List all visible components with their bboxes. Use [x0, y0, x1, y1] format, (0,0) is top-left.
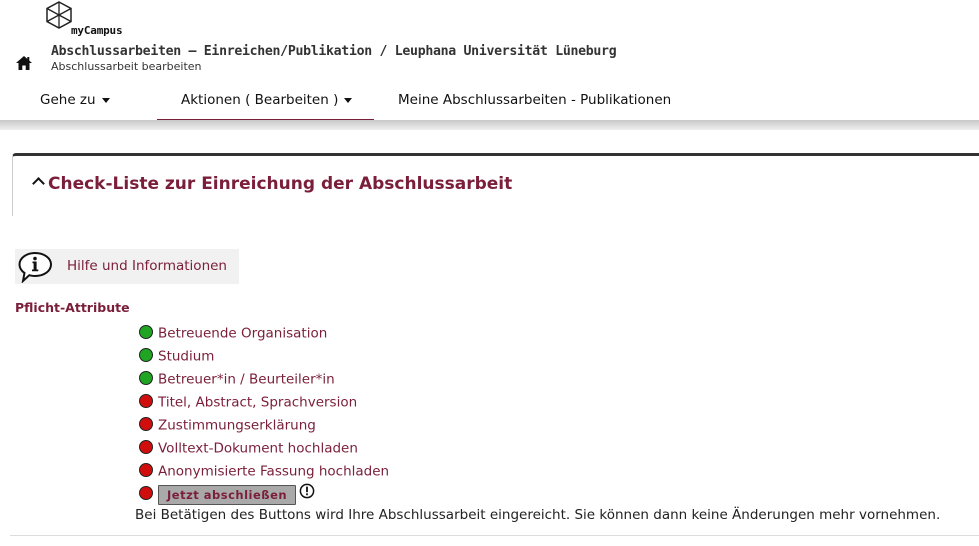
checklist-link-anonymisiert[interactable]: Anonymisierte Fassung hochladen [158, 464, 389, 480]
checklist-link-betreuer[interactable]: Betreuer*in / Beurteiler*in [158, 372, 335, 388]
nav-goto-label: Gehe zu [40, 92, 96, 108]
mycampus-logo-icon[interactable] [46, 1, 72, 33]
checklist-link-zustimmung[interactable]: Zustimmungserklärung [158, 418, 316, 434]
checklist: Betreuende Organisation Studium Betreuer… [139, 322, 389, 483]
status-incomplete-icon [139, 486, 153, 500]
bottom-divider [10, 535, 979, 536]
caret-down-icon [101, 97, 110, 103]
checklist-item: Betreuer*in / Beurteiler*in [139, 368, 389, 391]
status-incomplete-icon [139, 394, 153, 408]
submit-note: Bei Betätigen des Buttons wird Ihre Absc… [135, 507, 941, 523]
status-complete-icon [139, 325, 153, 339]
page-subtitle: Abschlussarbeit bearbeiten [51, 60, 202, 73]
info-speech-bubble-icon [18, 251, 54, 287]
panel-title: Check-Liste zur Einreichung der Abschlus… [48, 174, 513, 194]
main-nav: Gehe zu Aktionen ( Bearbeiten ) Meine Ab… [0, 82, 979, 122]
home-icon[interactable] [16, 55, 32, 74]
checklist-link-volltext[interactable]: Volltext-Dokument hochladen [158, 441, 358, 457]
nav-actions-label: Aktionen ( Bearbeiten ) [181, 92, 339, 108]
nav-my-theses-label: Meine Abschlussarbeiten - Publikationen [398, 92, 672, 108]
caret-down-icon [344, 97, 353, 103]
nav-shadow-divider [0, 120, 979, 130]
submit-now-button[interactable]: Jetzt abschließen [158, 484, 297, 505]
checklist-item: Anonymisierte Fassung hochladen [139, 460, 389, 483]
status-complete-icon [139, 371, 153, 385]
help-info-button[interactable]: Hilfe und Informationen [15, 249, 239, 284]
submit-row: Jetzt abschließen [139, 483, 315, 505]
nav-my-theses-link[interactable]: Meine Abschlussarbeiten - Publikationen [398, 82, 671, 119]
nav-goto-menu[interactable]: Gehe zu [40, 82, 110, 119]
nav-actions-menu[interactable]: Aktionen ( Bearbeiten ) [157, 82, 374, 122]
checklist-link-organisation[interactable]: Betreuende Organisation [158, 326, 327, 342]
checklist-link-studium[interactable]: Studium [158, 349, 214, 365]
exclamation-circle-icon[interactable] [299, 483, 315, 503]
checklist-item: Studium [139, 345, 389, 368]
status-incomplete-icon [139, 417, 153, 431]
panel-toggle[interactable]: Check-Liste zur Einreichung der Abschlus… [32, 174, 513, 194]
status-complete-icon [139, 348, 153, 362]
status-incomplete-icon [139, 440, 153, 454]
checklist-item: Betreuende Organisation [139, 322, 389, 345]
logo-text: myCampus [71, 24, 123, 37]
checklist-item: Volltext-Dokument hochladen [139, 437, 389, 460]
status-incomplete-icon [139, 463, 153, 477]
chevron-up-icon [32, 177, 45, 190]
page-title: Abschlussarbeiten – Einreichen/Publikati… [51, 44, 617, 59]
checklist-item: Zustimmungserklärung [139, 414, 389, 437]
checklist-item: Titel, Abstract, Sprachversion [139, 391, 389, 414]
checklist-link-titel[interactable]: Titel, Abstract, Sprachversion [158, 395, 357, 411]
section-label-required-attributes: Pflicht-Attribute [15, 300, 130, 315]
help-label: Hilfe und Informationen [67, 258, 227, 274]
